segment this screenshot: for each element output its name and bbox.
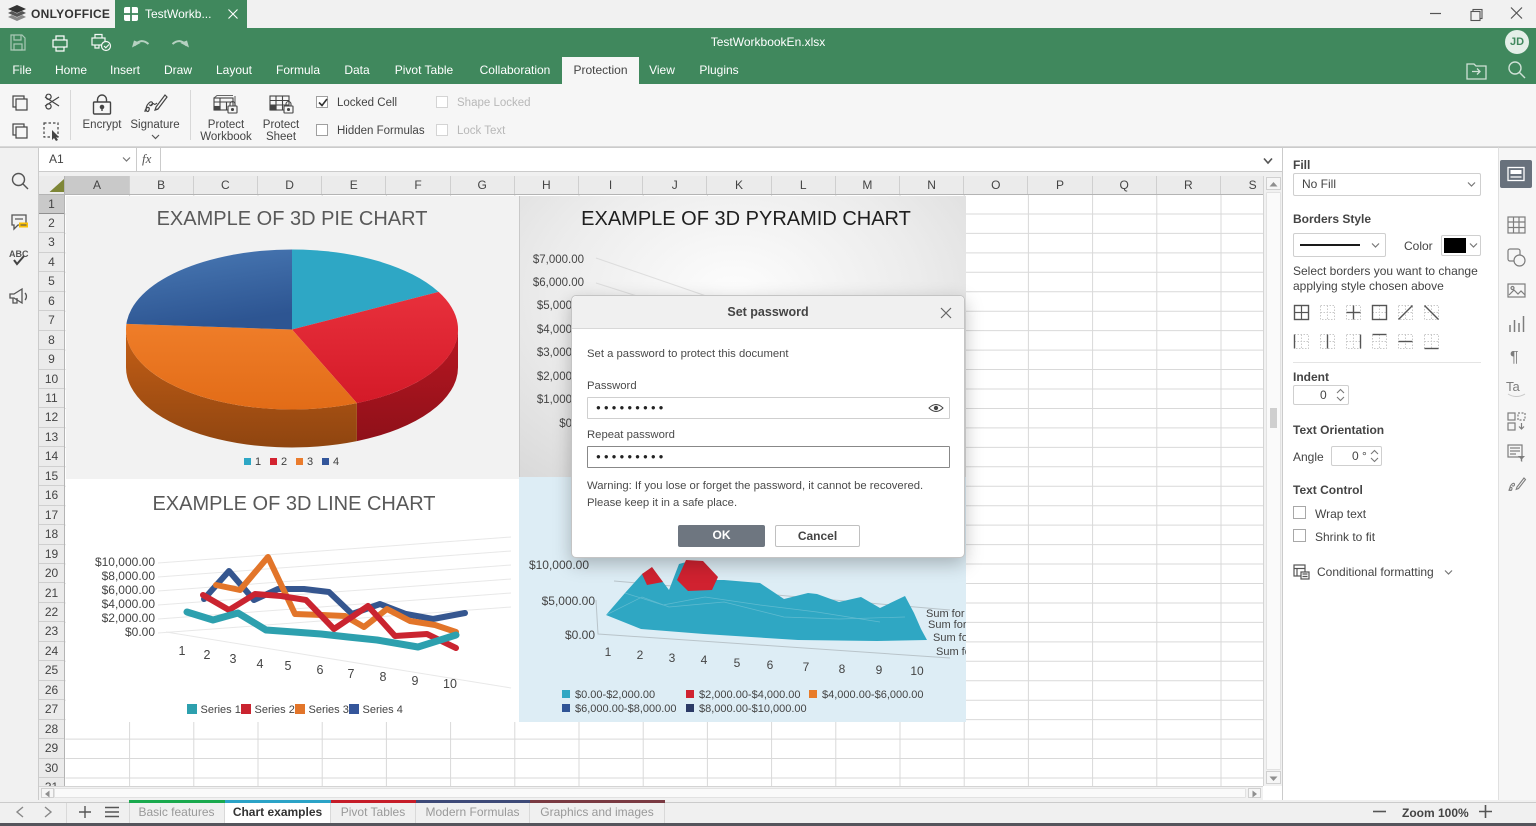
svg-text:3: 3 bbox=[230, 652, 237, 666]
svg-text:$6,000.00: $6,000.00 bbox=[533, 277, 584, 289]
svg-text:$0.00: $0.00 bbox=[125, 625, 155, 639]
svg-text:EXAMPLE OF 3D LINE CHART: EXAMPLE OF 3D LINE CHART bbox=[152, 493, 435, 515]
svg-text:¶: ¶ bbox=[1510, 349, 1519, 365]
svg-text:$8,000.00-$10,000.00: $8,000.00-$10,000.00 bbox=[699, 703, 807, 715]
svg-text:8: 8 bbox=[380, 670, 387, 684]
svg-text:$6,000.00: $6,000.00 bbox=[102, 583, 156, 597]
svg-text:8: 8 bbox=[839, 662, 846, 676]
svg-text:$7,000.00: $7,000.00 bbox=[533, 254, 584, 266]
svg-text:9: 9 bbox=[876, 663, 883, 677]
svg-text:1: 1 bbox=[179, 644, 186, 658]
svg-text:3: 3 bbox=[307, 456, 313, 468]
svg-text:5: 5 bbox=[285, 659, 292, 673]
svg-text:10: 10 bbox=[910, 664, 924, 678]
svg-text:9: 9 bbox=[412, 674, 419, 688]
svg-text:ABC: ABC bbox=[9, 249, 29, 259]
svg-text:7: 7 bbox=[803, 660, 810, 674]
svg-text:$2,000: $2,000 bbox=[537, 371, 572, 383]
svg-text:10: 10 bbox=[443, 677, 457, 691]
svg-text:$10,000.00: $10,000.00 bbox=[95, 555, 155, 569]
svg-text:$5,000.00: $5,000.00 bbox=[542, 594, 596, 608]
svg-text:Series 1: Series 1 bbox=[201, 704, 241, 716]
svg-text:Sum for: Sum for bbox=[933, 632, 966, 644]
svg-text:7: 7 bbox=[348, 667, 355, 681]
svg-text:$2,000.00-$4,000.00: $2,000.00-$4,000.00 bbox=[699, 689, 801, 701]
svg-text:$6,000.00-$8,000.00: $6,000.00-$8,000.00 bbox=[575, 703, 677, 715]
svg-text:$0.00: $0.00 bbox=[565, 628, 595, 642]
svg-text:4: 4 bbox=[701, 653, 708, 667]
svg-text:6: 6 bbox=[767, 658, 774, 672]
svg-text:$4,000.00-$6,000.00: $4,000.00-$6,000.00 bbox=[822, 689, 924, 701]
svg-text:4: 4 bbox=[257, 657, 264, 671]
svg-text:Series 2: Series 2 bbox=[255, 704, 295, 716]
svg-text:Ta: Ta bbox=[1506, 379, 1521, 394]
svg-text:$5,000: $5,000 bbox=[537, 300, 572, 312]
svg-text:EXAMPLE OF 3D PIE CHART: EXAMPLE OF 3D PIE CHART bbox=[157, 208, 428, 230]
svg-text:Sum fo: Sum fo bbox=[936, 646, 966, 658]
svg-text:Series 4: Series 4 bbox=[363, 704, 403, 716]
svg-text:$4,000.00: $4,000.00 bbox=[102, 597, 156, 611]
svg-text:EXAMPLE OF 3D PYRAMID CHART: EXAMPLE OF 3D PYRAMID CHART bbox=[581, 208, 911, 230]
svg-text:Sum for C: Sum for C bbox=[928, 619, 966, 631]
svg-text:6: 6 bbox=[317, 663, 324, 677]
svg-text:$1,000: $1,000 bbox=[537, 394, 572, 406]
svg-text:$2,000.00: $2,000.00 bbox=[102, 611, 156, 625]
svg-text:5: 5 bbox=[734, 656, 741, 670]
svg-text:4: 4 bbox=[333, 456, 339, 468]
svg-text:2: 2 bbox=[281, 456, 287, 468]
svg-text:$4,000: $4,000 bbox=[537, 324, 572, 336]
svg-text:3: 3 bbox=[669, 651, 676, 665]
svg-text:$8,000.00: $8,000.00 bbox=[102, 569, 156, 583]
svg-text:1: 1 bbox=[255, 456, 261, 468]
svg-text:$3,000: $3,000 bbox=[537, 347, 572, 359]
svg-text:$10,000.00: $10,000.00 bbox=[529, 558, 589, 572]
svg-text:2: 2 bbox=[637, 648, 644, 662]
svg-text:Series 3: Series 3 bbox=[309, 704, 349, 716]
svg-text:2: 2 bbox=[204, 648, 211, 662]
svg-text:$0.00-$2,000.00: $0.00-$2,000.00 bbox=[575, 689, 655, 701]
svg-text:1: 1 bbox=[605, 645, 612, 659]
